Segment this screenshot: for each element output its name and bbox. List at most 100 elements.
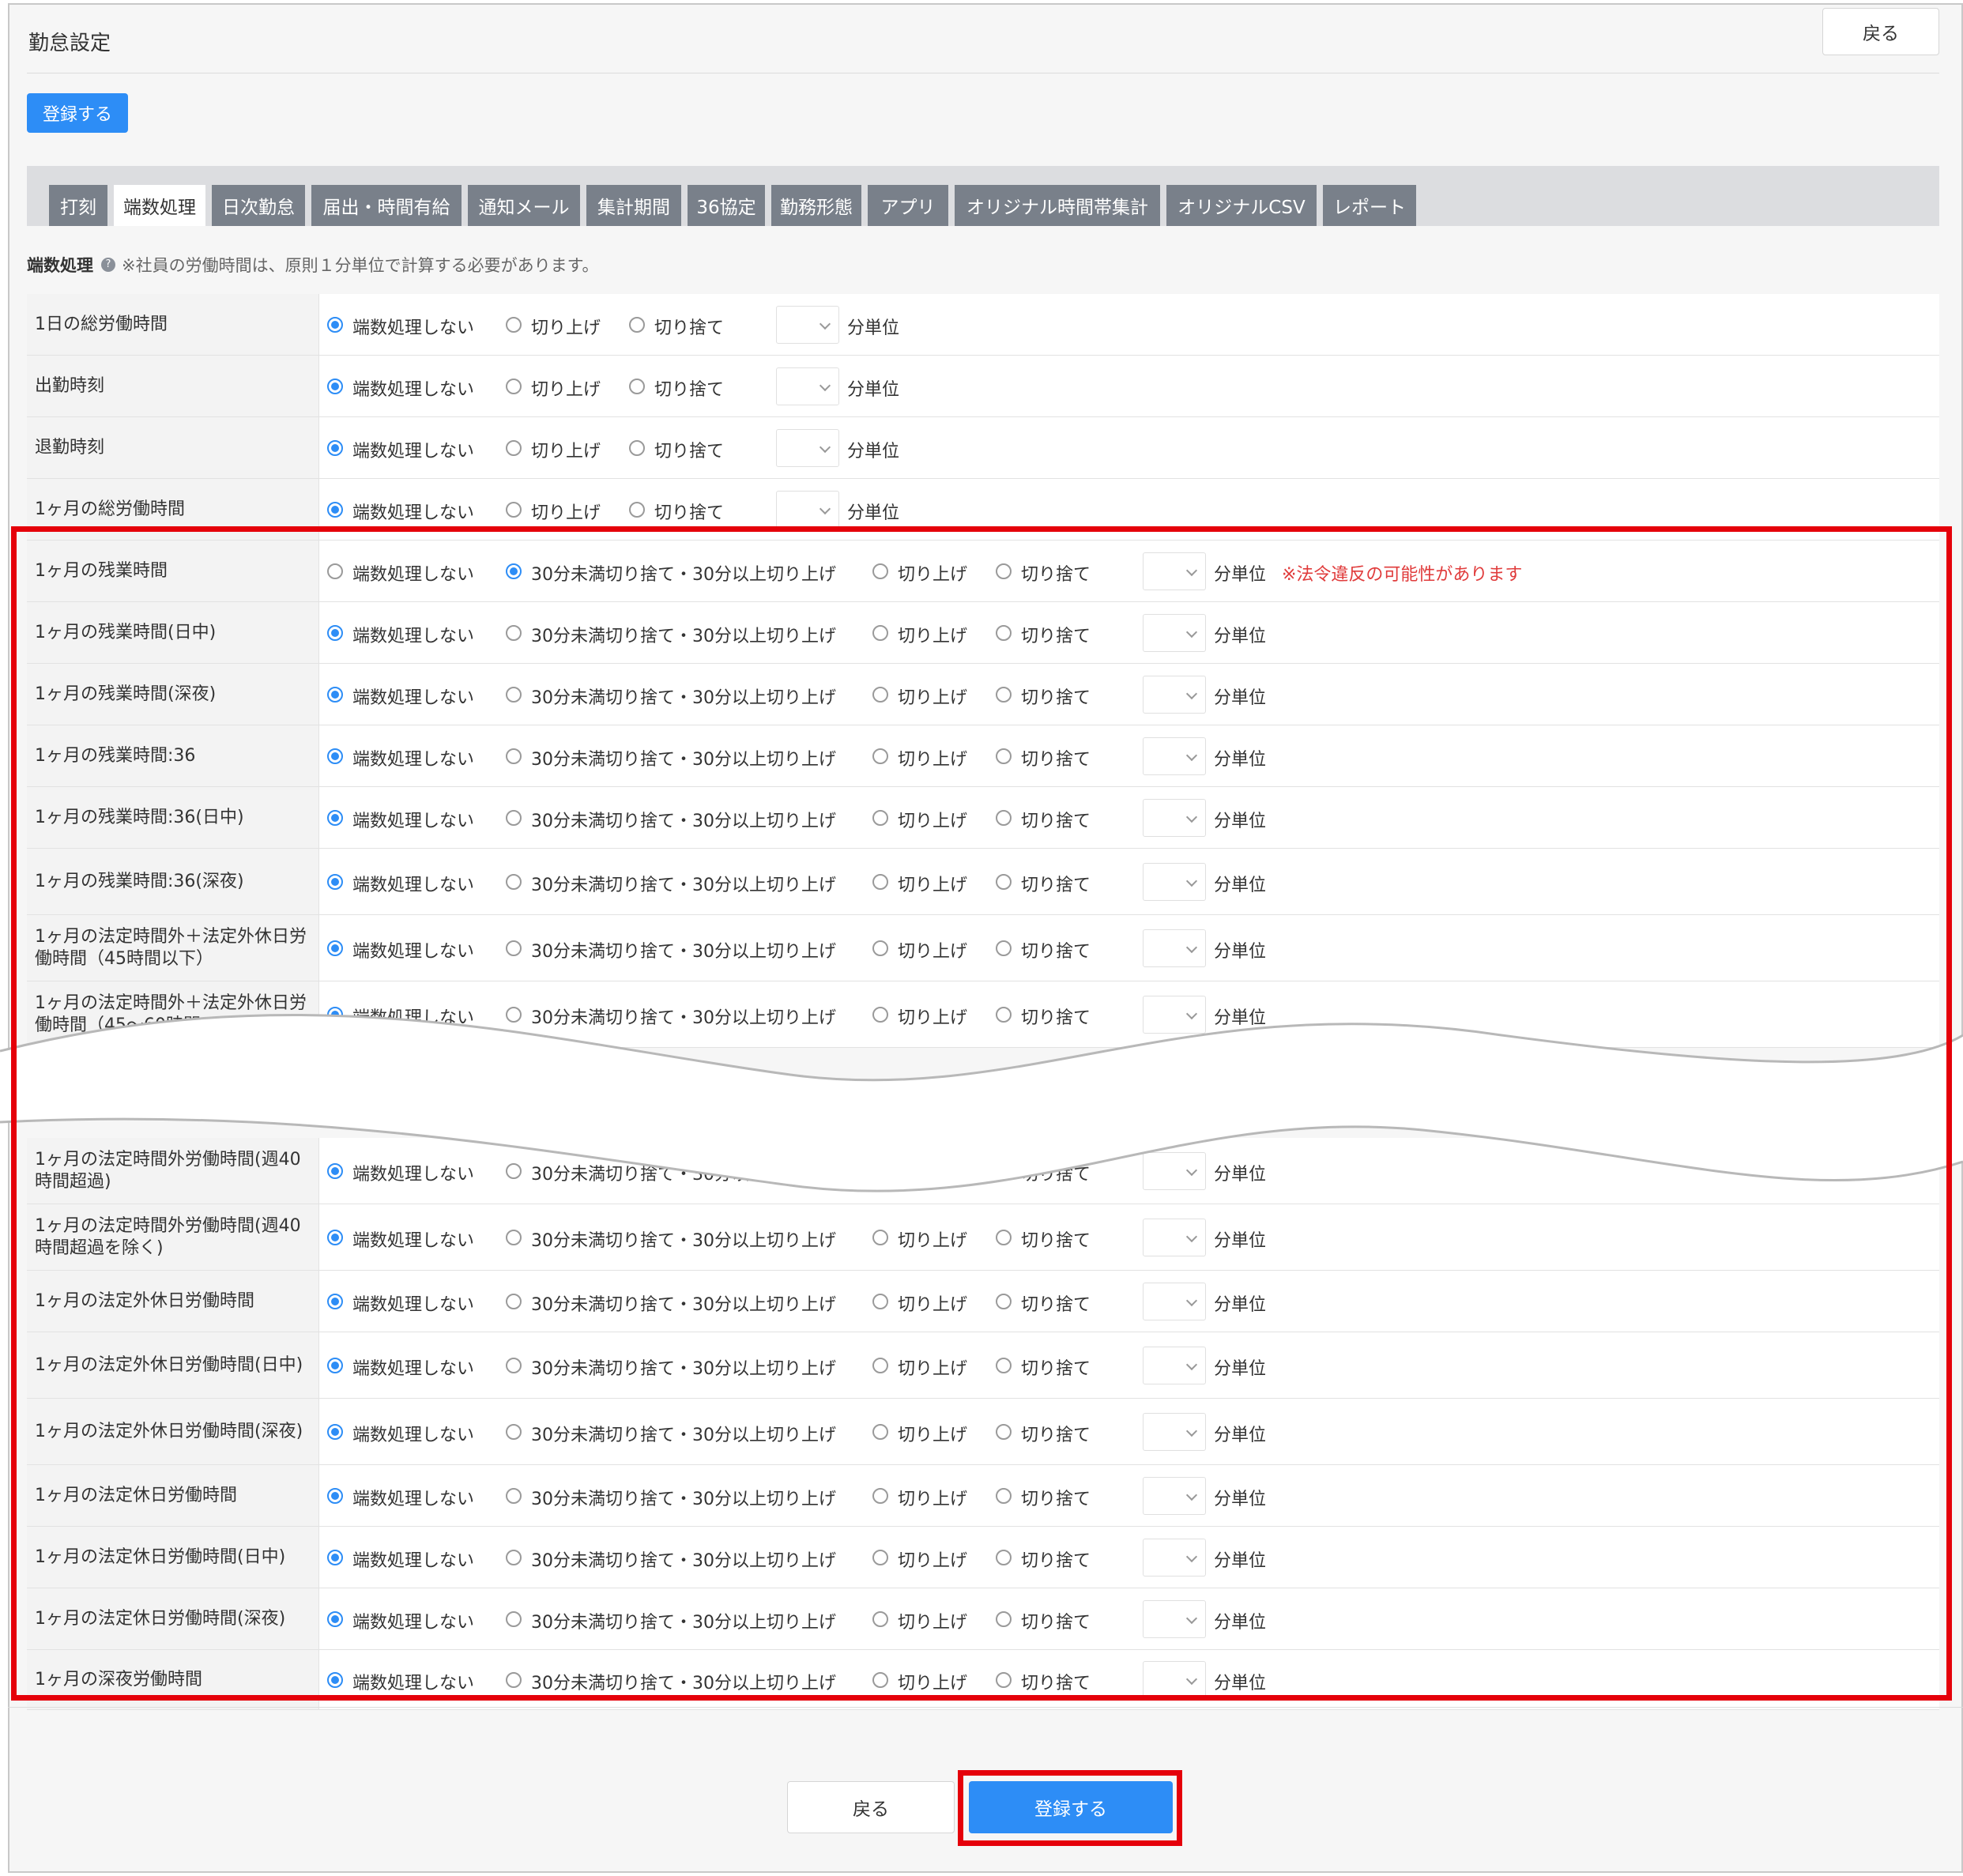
minute-unit-select[interactable]: [1143, 929, 1206, 967]
no-rounding-radio[interactable]: [327, 809, 343, 826]
round-up-radio[interactable]: [872, 1487, 888, 1504]
round-down-radio[interactable]: [996, 748, 1012, 764]
tab-6[interactable]: 36協定: [688, 185, 765, 226]
half-rounding-radio[interactable]: [506, 1423, 522, 1440]
round-up-radio[interactable]: [506, 439, 522, 456]
half-rounding-radio[interactable]: [506, 809, 522, 826]
round-down-radio[interactable]: [629, 316, 645, 333]
no-rounding-radio[interactable]: [327, 624, 343, 641]
minute-unit-select[interactable]: [1143, 1346, 1206, 1384]
no-rounding-radio[interactable]: [327, 316, 343, 333]
round-down-radio[interactable]: [996, 809, 1012, 826]
help-icon[interactable]: ?: [101, 258, 115, 272]
round-up-radio[interactable]: [872, 563, 888, 579]
no-rounding-radio[interactable]: [327, 748, 343, 764]
tab-4[interactable]: 通知メール: [468, 185, 580, 226]
round-up-radio[interactable]: [872, 1610, 888, 1627]
round-down-radio[interactable]: [996, 1671, 1012, 1688]
no-rounding-radio[interactable]: [327, 940, 343, 956]
no-rounding-radio[interactable]: [327, 1293, 343, 1309]
tab-5[interactable]: 集計期間: [586, 185, 681, 226]
no-rounding-radio[interactable]: [327, 1357, 343, 1373]
minute-unit-select[interactable]: [776, 367, 839, 405]
minute-unit-select[interactable]: [1143, 1538, 1206, 1577]
register-button-top[interactable]: 登録する: [27, 93, 128, 133]
no-rounding-radio[interactable]: [327, 1610, 343, 1627]
register-button-bottom[interactable]: 登録する: [969, 1781, 1173, 1833]
round-up-radio[interactable]: [506, 378, 522, 394]
minute-unit-select[interactable]: [1143, 1412, 1206, 1451]
round-up-radio[interactable]: [872, 1423, 888, 1440]
half-rounding-radio[interactable]: [506, 686, 522, 703]
round-up-radio[interactable]: [872, 686, 888, 703]
round-down-radio[interactable]: [996, 563, 1012, 579]
no-rounding-radio[interactable]: [327, 686, 343, 703]
round-up-radio[interactable]: [872, 1671, 888, 1688]
tab-1[interactable]: 端数処理: [114, 185, 205, 226]
tab-0[interactable]: 打刻: [49, 185, 107, 226]
minute-unit-select[interactable]: [776, 428, 839, 467]
tab-10[interactable]: オリジナルCSV: [1166, 185, 1317, 226]
back-button-top[interactable]: 戻る: [1822, 8, 1939, 55]
half-rounding-radio[interactable]: [506, 1671, 522, 1688]
round-up-radio[interactable]: [872, 624, 888, 641]
round-up-radio[interactable]: [506, 501, 522, 518]
round-up-radio[interactable]: [872, 748, 888, 764]
round-up-radio[interactable]: [872, 809, 888, 826]
round-down-radio[interactable]: [996, 1610, 1012, 1627]
tab-3[interactable]: 届出・時間有給: [311, 185, 462, 226]
half-rounding-radio[interactable]: [506, 748, 522, 764]
minute-unit-select[interactable]: [1143, 736, 1206, 775]
round-up-radio[interactable]: [872, 873, 888, 890]
round-up-radio[interactable]: [872, 1549, 888, 1565]
round-down-radio[interactable]: [996, 1423, 1012, 1440]
round-down-radio[interactable]: [629, 378, 645, 394]
no-rounding-radio[interactable]: [327, 1671, 343, 1688]
round-up-radio[interactable]: [506, 316, 522, 333]
tab-7[interactable]: 勤務形態: [771, 185, 861, 226]
tab-9[interactable]: オリジナル時間帯集計: [955, 185, 1160, 226]
tab-8[interactable]: アプリ: [868, 185, 948, 226]
minute-unit-select[interactable]: [1143, 1476, 1206, 1515]
round-down-radio[interactable]: [996, 1487, 1012, 1504]
round-down-radio[interactable]: [996, 873, 1012, 890]
minute-unit-select[interactable]: [1143, 798, 1206, 837]
no-rounding-radio[interactable]: [327, 563, 343, 579]
half-rounding-radio[interactable]: [506, 1610, 522, 1627]
no-rounding-radio[interactable]: [327, 378, 343, 394]
minute-unit-select[interactable]: [1143, 613, 1206, 652]
round-up-radio[interactable]: [872, 1293, 888, 1309]
round-down-radio[interactable]: [996, 940, 1012, 956]
round-down-radio[interactable]: [629, 439, 645, 456]
round-down-radio[interactable]: [996, 1293, 1012, 1309]
round-down-radio[interactable]: [996, 624, 1012, 641]
round-down-radio[interactable]: [996, 1357, 1012, 1373]
back-button-bottom[interactable]: 戻る: [787, 1781, 955, 1833]
round-down-radio[interactable]: [629, 501, 645, 518]
minute-unit-select[interactable]: [1143, 552, 1206, 590]
no-rounding-radio[interactable]: [327, 439, 343, 456]
round-up-radio[interactable]: [872, 940, 888, 956]
no-rounding-radio[interactable]: [327, 501, 343, 518]
minute-unit-select[interactable]: [1143, 1282, 1206, 1320]
round-down-radio[interactable]: [996, 686, 1012, 703]
half-rounding-radio[interactable]: [506, 563, 522, 579]
half-rounding-radio[interactable]: [506, 1487, 522, 1504]
half-rounding-radio[interactable]: [506, 1293, 522, 1309]
no-rounding-radio[interactable]: [327, 873, 343, 890]
half-rounding-radio[interactable]: [506, 940, 522, 956]
half-rounding-radio[interactable]: [506, 1357, 522, 1373]
no-rounding-radio[interactable]: [327, 1549, 343, 1565]
half-rounding-radio[interactable]: [506, 1549, 522, 1565]
tab-2[interactable]: 日次勤怠: [212, 185, 305, 226]
no-rounding-radio[interactable]: [327, 1423, 343, 1440]
minute-unit-select[interactable]: [1143, 862, 1206, 901]
minute-unit-select[interactable]: [776, 305, 839, 344]
half-rounding-radio[interactable]: [506, 873, 522, 890]
minute-unit-select[interactable]: [1143, 1660, 1206, 1699]
tab-11[interactable]: レポート: [1323, 185, 1416, 226]
no-rounding-radio[interactable]: [327, 1487, 343, 1504]
round-down-radio[interactable]: [996, 1549, 1012, 1565]
round-up-radio[interactable]: [872, 1357, 888, 1373]
minute-unit-select[interactable]: [1143, 675, 1206, 714]
